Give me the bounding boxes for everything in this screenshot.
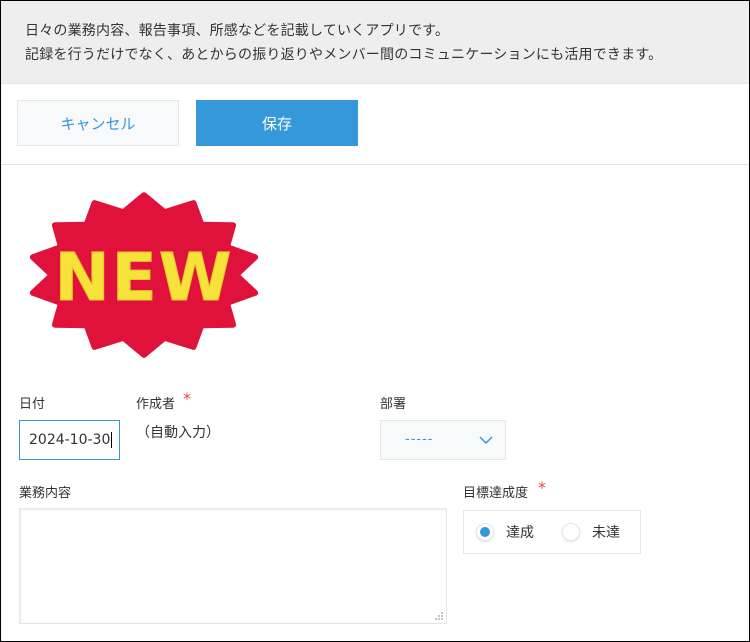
department-selected-value: ----- bbox=[405, 432, 434, 447]
resize-grip-icon[interactable] bbox=[434, 611, 444, 621]
date-label: 日付 bbox=[19, 397, 46, 412]
app-frame: 日々の業務内容、報告事項、所感などを記載していくアプリです。 記録を行うだけでな… bbox=[0, 0, 750, 642]
new-burst-icon: NEW bbox=[29, 192, 259, 358]
department-label: 部署 bbox=[380, 397, 407, 412]
save-button[interactable]: 保存 bbox=[196, 100, 358, 146]
work-textarea[interactable] bbox=[19, 508, 447, 624]
text-caret bbox=[111, 432, 113, 448]
goal-required-mark: * bbox=[538, 478, 546, 497]
new-text: NEW bbox=[54, 239, 233, 316]
author-label: 作成者 bbox=[136, 397, 176, 412]
goal-option-label: 達成 bbox=[506, 525, 534, 541]
new-badge-image: NEW bbox=[19, 185, 269, 365]
description-line-1: 日々の業務内容、報告事項、所感などを記載していくアプリです。 bbox=[25, 23, 450, 39]
work-label: 業務内容 bbox=[19, 486, 72, 501]
date-input[interactable]: 2024-10-30 bbox=[19, 420, 120, 460]
goal-radio-group: 達成 未達 bbox=[463, 510, 641, 554]
description-line-2: 記録を行うだけでなく、あとからの振り返りやメンバー間のコミュニケーションにも活用… bbox=[25, 47, 663, 63]
radio-unselected-icon[interactable] bbox=[562, 523, 580, 541]
toolbar: キャンセル 保存 bbox=[1, 84, 749, 165]
app-description: 日々の業務内容、報告事項、所感などを記載していくアプリです。 記録を行うだけでな… bbox=[1, 1, 749, 84]
date-value: 2024-10-30 bbox=[29, 432, 111, 448]
author-value: （自動入力） bbox=[136, 425, 220, 441]
radio-selected-icon[interactable] bbox=[476, 523, 494, 541]
cancel-button[interactable]: キャンセル bbox=[17, 100, 179, 146]
goal-option-label: 未達 bbox=[592, 525, 620, 541]
chevron-down-icon bbox=[479, 436, 493, 445]
goal-option-achieved[interactable]: 達成 bbox=[476, 522, 534, 542]
department-select[interactable]: ----- bbox=[380, 420, 506, 460]
goal-option-not-achieved[interactable]: 未達 bbox=[562, 522, 620, 542]
author-required-mark: * bbox=[183, 389, 191, 408]
goal-label: 目標達成度 bbox=[463, 486, 529, 501]
